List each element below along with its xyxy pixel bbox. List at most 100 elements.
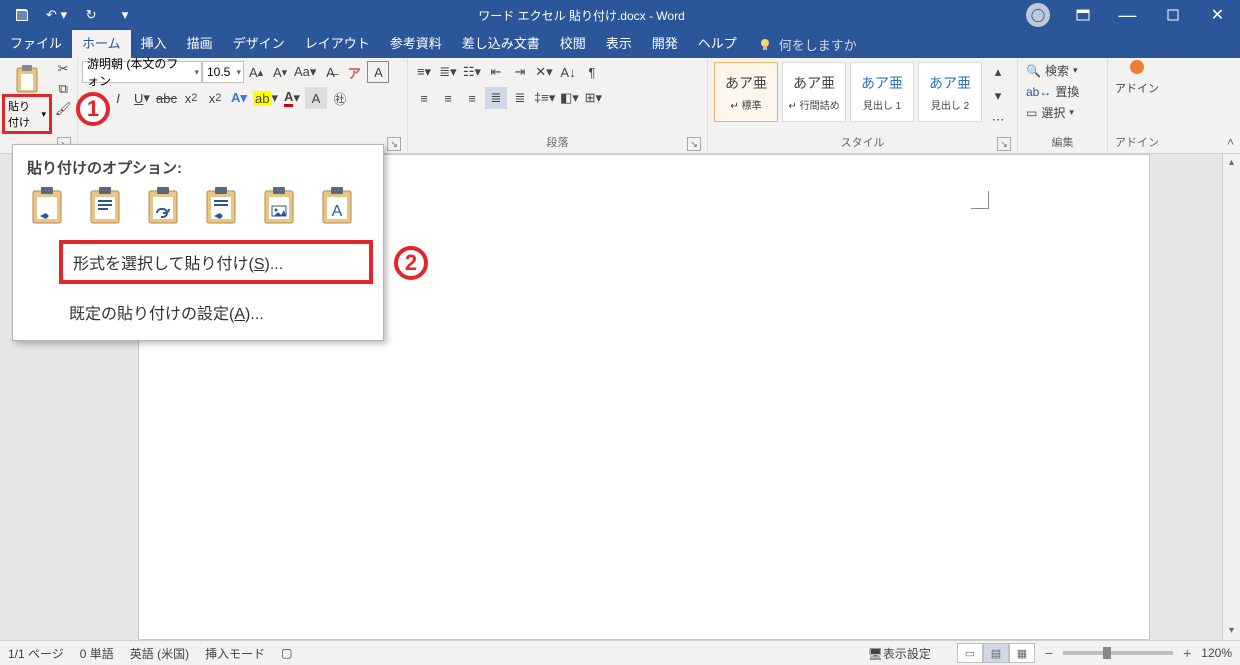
style-heading2[interactable]: あア亜見出し 2 [918,62,982,122]
show-hide-marks-icon[interactable]: ¶ [581,61,603,83]
close-button[interactable]: ✕ [1195,0,1240,30]
zoom-in-button[interactable]: + [1183,645,1191,661]
font-dialog-launcher[interactable]: ↘ [387,137,401,151]
status-word-count[interactable]: 0 単語 [80,645,114,662]
styles-dialog-launcher[interactable]: ↘ [997,137,1011,151]
paste-merge-formatting-icon[interactable] [201,186,241,226]
save-icon[interactable] [11,4,33,26]
account-avatar[interactable]: ◯ [1026,3,1050,27]
undo-icon[interactable]: ↶ ▾ [45,4,68,26]
increase-indent-icon[interactable]: ⇥ [509,61,531,83]
tab-design[interactable]: デザイン [223,30,295,58]
numbering-icon[interactable]: ≣▾ [437,61,459,83]
tab-view[interactable]: 表示 [596,30,642,58]
multilevel-list-icon[interactable]: ☷▾ [461,61,483,83]
font-size-select[interactable]: 10.5 [202,61,244,83]
tab-layout[interactable]: レイアウト [295,30,380,58]
clear-formatting-icon[interactable]: A̶ [319,61,341,83]
tell-me-input[interactable]: 何をしますか [779,35,857,54]
replace-button[interactable]: ab↔置換 [1026,83,1079,100]
italic-button[interactable]: I [107,87,129,109]
format-painter-icon[interactable]: 🖌 [54,100,73,118]
paste-button[interactable]: 貼り付け▾ [4,60,50,132]
scroll-up-icon[interactable]: ▴ [1223,154,1240,172]
tab-draw[interactable]: 描画 [177,30,223,58]
paste-use-destination-styles-icon[interactable] [85,186,125,226]
highlight-color-icon[interactable]: ab▾ [252,87,279,109]
shrink-font-icon[interactable]: A▾ [269,61,291,83]
style-heading1[interactable]: あア亜見出し 1 [850,62,914,122]
character-border-icon[interactable]: A [367,61,389,83]
addins-button[interactable]: アドイン [1112,60,1162,96]
paste-special-menu-item[interactable]: 形式を選択して貼り付け(S)... [59,240,373,284]
zoom-level[interactable]: 120% [1201,646,1232,660]
enclose-characters-icon[interactable]: ㊓ [329,87,351,109]
grow-font-icon[interactable]: A▴ [245,61,267,83]
change-case-icon[interactable]: Aa▾ [293,61,317,83]
styles-scroll-up-icon[interactable]: ▴ [987,61,1009,83]
styles-gallery[interactable]: あア亜↵ 標準 あア亜↵ 行間詰め あア亜見出し 1 あア亜見出し 2 [712,60,984,124]
set-default-paste-menu-item[interactable]: 既定の貼り付けの設定(A)... [13,290,383,334]
superscript-button[interactable]: x2 [204,87,226,109]
styles-more-icon[interactable]: ⋯ [987,109,1009,131]
style-normal[interactable]: あア亜↵ 標準 [714,62,778,122]
tab-file[interactable]: ファイル [0,30,72,58]
shading-icon[interactable]: ◧▾ [558,87,580,109]
strikethrough-button[interactable]: abc [155,87,178,109]
style-no-spacing[interactable]: あア亜↵ 行間詰め [782,62,846,122]
underline-button[interactable]: U▾ [131,87,153,109]
align-center-icon[interactable]: ≡ [437,87,459,109]
sort-icon[interactable]: A↓ [557,61,579,83]
paste-dropdown[interactable]: 貼り付け▾ [4,96,50,132]
decrease-indent-icon[interactable]: ⇤ [485,61,507,83]
tab-insert[interactable]: 挿入 [131,30,177,58]
paste-keep-source-formatting-icon[interactable] [27,186,67,226]
zoom-slider[interactable] [1063,651,1173,655]
zoom-slider-thumb[interactable] [1103,647,1111,659]
tab-references[interactable]: 参考資料 [380,30,452,58]
status-language[interactable]: 英語 (米国) [130,645,189,662]
status-insert-mode[interactable]: 挿入モード [205,645,265,662]
paragraph-dialog-launcher[interactable]: ↘ [687,137,701,151]
distributed-icon[interactable]: ≣ [509,87,531,109]
text-effects-icon[interactable]: A▾ [228,87,250,109]
zoom-out-button[interactable]: − [1045,645,1053,661]
read-mode-view-icon[interactable]: ▭ [957,643,983,663]
print-layout-view-icon[interactable]: ▤ [983,643,1009,663]
status-page[interactable]: 1/1 ページ [8,645,64,662]
scroll-down-icon[interactable]: ▾ [1223,622,1240,640]
web-layout-view-icon[interactable]: ▦ [1009,643,1035,663]
qat-customize-icon[interactable]: ▾ [114,4,136,26]
styles-scroll-down-icon[interactable]: ▾ [987,85,1009,107]
vertical-scrollbar[interactable]: ▴ ▾ [1222,154,1240,640]
copy-icon[interactable]: ⧉ [54,80,73,98]
asian-layout-icon[interactable]: ✕▾ [533,61,555,83]
font-color-icon[interactable]: A▾ [281,87,303,109]
cut-icon[interactable]: ✂ [54,60,73,78]
tab-review[interactable]: 校閲 [550,30,596,58]
bullets-icon[interactable]: ≡▾ [413,61,435,83]
paste-as-picture-icon[interactable] [259,186,299,226]
subscript-button[interactable]: x2 [180,87,202,109]
borders-icon[interactable]: ⊞▾ [582,87,604,109]
collapse-ribbon-icon[interactable]: ˄ [1227,135,1234,149]
minimize-button[interactable]: — [1105,0,1150,30]
tab-mailings[interactable]: 差し込み文書 [452,30,550,58]
align-left-icon[interactable]: ≡ [413,87,435,109]
select-button[interactable]: ▭選択▾ [1026,104,1074,121]
find-button[interactable]: 🔍検索▾ [1026,62,1078,79]
tab-help[interactable]: ヘルプ [688,30,747,58]
align-right-icon[interactable]: ≡ [461,87,483,109]
line-spacing-icon[interactable]: ‡≡▾ [533,87,556,109]
paste-text-only-icon[interactable]: A [317,186,357,226]
phonetic-guide-icon[interactable]: ア [343,61,365,83]
paste-link-keep-source-icon[interactable] [143,186,183,226]
justify-icon[interactable]: ≣ [485,87,507,109]
ribbon-display-options-icon[interactable] [1060,0,1105,30]
macro-recording-icon[interactable]: ▢ [281,646,292,660]
maximize-button[interactable] [1150,0,1195,30]
character-shading-icon[interactable]: A [305,87,327,109]
tab-developer[interactable]: 開発 [642,30,688,58]
display-settings-button[interactable]: 🖥表示設定 [868,645,931,662]
font-name-select[interactable]: 游明朝 (本文のフォン [82,61,202,83]
